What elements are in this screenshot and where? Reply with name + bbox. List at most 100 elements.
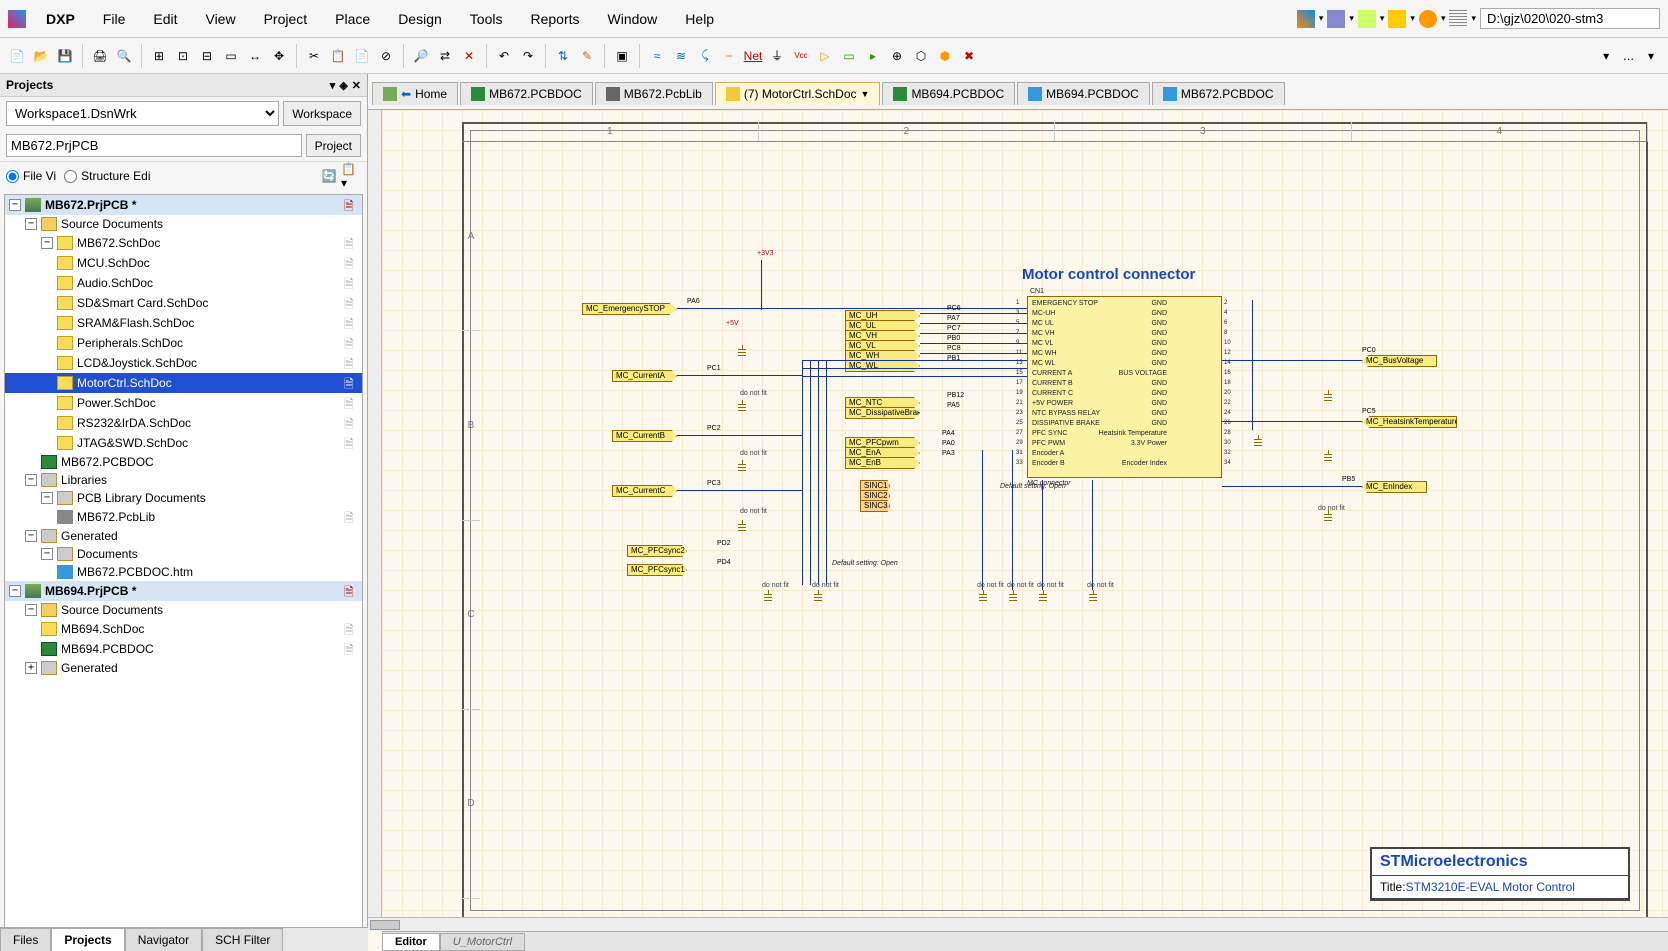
new-icon[interactable]: 📄 xyxy=(6,45,28,67)
tab-mb672lib[interactable]: MB672.PcbLib xyxy=(595,82,713,105)
schematic-canvas[interactable]: 1234 ABCD Motor control connector +3V3 +… xyxy=(368,110,1668,951)
net-icon[interactable]: Net xyxy=(742,45,764,67)
rubber-icon[interactable]: ⊘ xyxy=(375,45,397,67)
project-input[interactable] xyxy=(6,134,302,157)
tree-source-docs[interactable]: −Source Documents xyxy=(5,215,362,233)
tree-p2-sch[interactable]: MB694.SchDoc🗎 xyxy=(5,619,362,639)
tree-mb672-pcb[interactable]: MB672.PCBDOC xyxy=(5,453,362,471)
config-icon[interactable]: 📋▾ xyxy=(341,166,361,186)
netlabel-icon[interactable]: ⎯ xyxy=(718,45,740,67)
pbt-files[interactable]: Files xyxy=(0,928,51,951)
tab-mb694pcb-2[interactable]: MB694.PCBDOC xyxy=(1017,82,1150,105)
noconnect-icon[interactable]: ✖ xyxy=(958,45,980,67)
tab-home[interactable]: ⬅Home xyxy=(372,82,458,105)
tree-generated[interactable]: −Generated xyxy=(5,527,362,545)
zoom-area-icon[interactable]: ⊡ xyxy=(172,45,194,67)
menu-design[interactable]: Design xyxy=(386,7,454,31)
view-file-radio[interactable]: File Vi xyxy=(6,169,56,183)
shape-icon[interactable] xyxy=(1419,10,1437,28)
panel-dropdown-icon[interactable]: ▾ xyxy=(330,79,336,92)
tree-mb672-sch[interactable]: −MB672.SchDoc🗎 xyxy=(5,233,362,253)
copy-icon[interactable]: 📋 xyxy=(327,45,349,67)
pbt-navigator[interactable]: Navigator xyxy=(125,928,202,951)
more-icon[interactable]: ▾ xyxy=(1640,45,1662,67)
tree-pcblib[interactable]: MB672.PcbLib🗎 xyxy=(5,507,362,527)
tab-motorctrl[interactable]: (7) MotorCtrl.SchDoc▼ xyxy=(715,82,881,105)
cut-icon[interactable]: ✂ xyxy=(303,45,325,67)
project-button[interactable]: Project xyxy=(306,134,361,157)
zoom-sel-icon[interactable]: ⊟ xyxy=(196,45,218,67)
sheet-icon[interactable]: ▭ xyxy=(838,45,860,67)
tree-sch-mcu[interactable]: MCU.SchDoc🗎 xyxy=(5,253,362,273)
color-icon[interactable] xyxy=(1388,10,1406,28)
tree-htm[interactable]: MB672.PCBDOC.htm xyxy=(5,563,362,581)
workspace-select[interactable]: Workspace1.DsnWrk xyxy=(6,101,279,126)
vcc-icon[interactable]: Vcc xyxy=(790,45,812,67)
hierarchy-icon[interactable]: ⇅ xyxy=(552,45,574,67)
tab-mb694pcb-1[interactable]: MB694.PCBDOC xyxy=(882,82,1015,105)
port-icon[interactable]: ⬢ xyxy=(934,45,956,67)
zoom-fit-icon[interactable]: ⊞ xyxy=(148,45,170,67)
menu-project[interactable]: Project xyxy=(252,7,320,31)
tree-gen-docs[interactable]: −Documents xyxy=(5,545,362,563)
busentry-icon[interactable]: ⤹ xyxy=(694,45,716,67)
panel-close-icon[interactable]: ✕ xyxy=(352,79,361,92)
menu-dxp[interactable]: DXP xyxy=(34,7,87,31)
select-icon[interactable]: ▭ xyxy=(220,45,242,67)
bus-icon[interactable]: ≋ xyxy=(670,45,692,67)
tree-pcblib-docs[interactable]: −PCB Library Documents xyxy=(5,489,362,507)
tab-umotorctrl[interactable]: U_MotorCtrl xyxy=(440,933,525,951)
annotate-icon[interactable]: ✎ xyxy=(576,45,598,67)
menu-tools[interactable]: Tools xyxy=(458,7,515,31)
menu-reports[interactable]: Reports xyxy=(518,7,591,31)
tree-sch-periph[interactable]: Peripherals.SchDoc🗎 xyxy=(5,333,362,353)
grid-icon[interactable] xyxy=(1449,10,1467,28)
tree-p2-gen[interactable]: +Generated xyxy=(5,659,362,677)
open-icon[interactable]: 📂 xyxy=(30,45,52,67)
tab-mb672pcb[interactable]: MB672.PCBDOC xyxy=(460,82,593,105)
tree-sch-sd[interactable]: SD&Smart Card.SchDoc🗎 xyxy=(5,293,362,313)
save-icon[interactable]: 💾 xyxy=(54,45,76,67)
file-path[interactable]: D:\gjz\020\020-stm3 xyxy=(1480,8,1660,29)
print-icon[interactable]: 🖨 xyxy=(89,45,111,67)
tree-p2-pcb[interactable]: MB694.PCBDOC🗎 xyxy=(5,639,362,659)
tree-project-2[interactable]: −MB694.PrjPCB *🗎 xyxy=(5,581,362,601)
dropdown-icon[interactable]: ▾ xyxy=(1595,45,1617,67)
align-icon[interactable] xyxy=(1358,10,1376,28)
compile-icon[interactable]: ▣ xyxy=(611,45,633,67)
horizontal-scrollbar[interactable] xyxy=(368,917,1668,931)
menu-place[interactable]: Place xyxy=(323,7,382,31)
tree-sch-rs232[interactable]: RS232&IrDA.SchDoc🗎 xyxy=(5,413,362,433)
wire-icon[interactable]: ≈ xyxy=(646,45,668,67)
print-icon[interactable] xyxy=(1327,10,1345,28)
menu-view[interactable]: View xyxy=(193,7,247,31)
move-icon[interactable]: ↔ xyxy=(244,45,266,67)
tree-sch-power[interactable]: Power.SchDoc🗎 xyxy=(5,393,362,413)
part-icon[interactable]: ▷ xyxy=(814,45,836,67)
sheetentry-icon[interactable]: ▸ xyxy=(862,45,884,67)
replace-icon[interactable]: ⇄ xyxy=(434,45,456,67)
gnd-icon[interactable]: ⏚ xyxy=(766,45,788,67)
view-structure-radio[interactable]: Structure Edi xyxy=(64,169,150,183)
tree-libraries[interactable]: −Libraries xyxy=(5,471,362,489)
tree-sch-audio[interactable]: Audio.SchDoc🗎 xyxy=(5,273,362,293)
chart-icon[interactable] xyxy=(1297,10,1315,28)
paste-icon[interactable]: 📄 xyxy=(351,45,373,67)
pbt-projects[interactable]: Projects xyxy=(51,928,124,951)
panel-pin-icon[interactable]: ◈ xyxy=(339,79,347,92)
find-icon[interactable]: 🔎 xyxy=(410,45,432,67)
tree-project-1[interactable]: −MB672.PrjPCB *🗎 xyxy=(5,195,362,215)
tab-mb672pcb-2[interactable]: MB672.PCBDOC xyxy=(1152,82,1285,105)
project-tree[interactable]: −MB672.PrjPCB *🗎 −Source Documents −MB67… xyxy=(4,194,363,947)
menu-window[interactable]: Window xyxy=(596,7,670,31)
tree-sch-jtag[interactable]: JTAG&SWD.SchDoc🗎 xyxy=(5,433,362,453)
menu-file[interactable]: File xyxy=(91,7,138,31)
refresh-icon[interactable]: 🔄 xyxy=(319,166,339,186)
drag-icon[interactable]: ✥ xyxy=(268,45,290,67)
tree-sch-lcd[interactable]: LCD&Joystick.SchDoc🗎 xyxy=(5,353,362,373)
tab-editor[interactable]: Editor xyxy=(382,933,440,951)
menu-help[interactable]: Help xyxy=(673,7,726,31)
tree-sch-sram[interactable]: SRAM&Flash.SchDoc🗎 xyxy=(5,313,362,333)
preview-icon[interactable]: 🔍 xyxy=(113,45,135,67)
pbt-schfilter[interactable]: SCH Filter xyxy=(202,928,283,951)
